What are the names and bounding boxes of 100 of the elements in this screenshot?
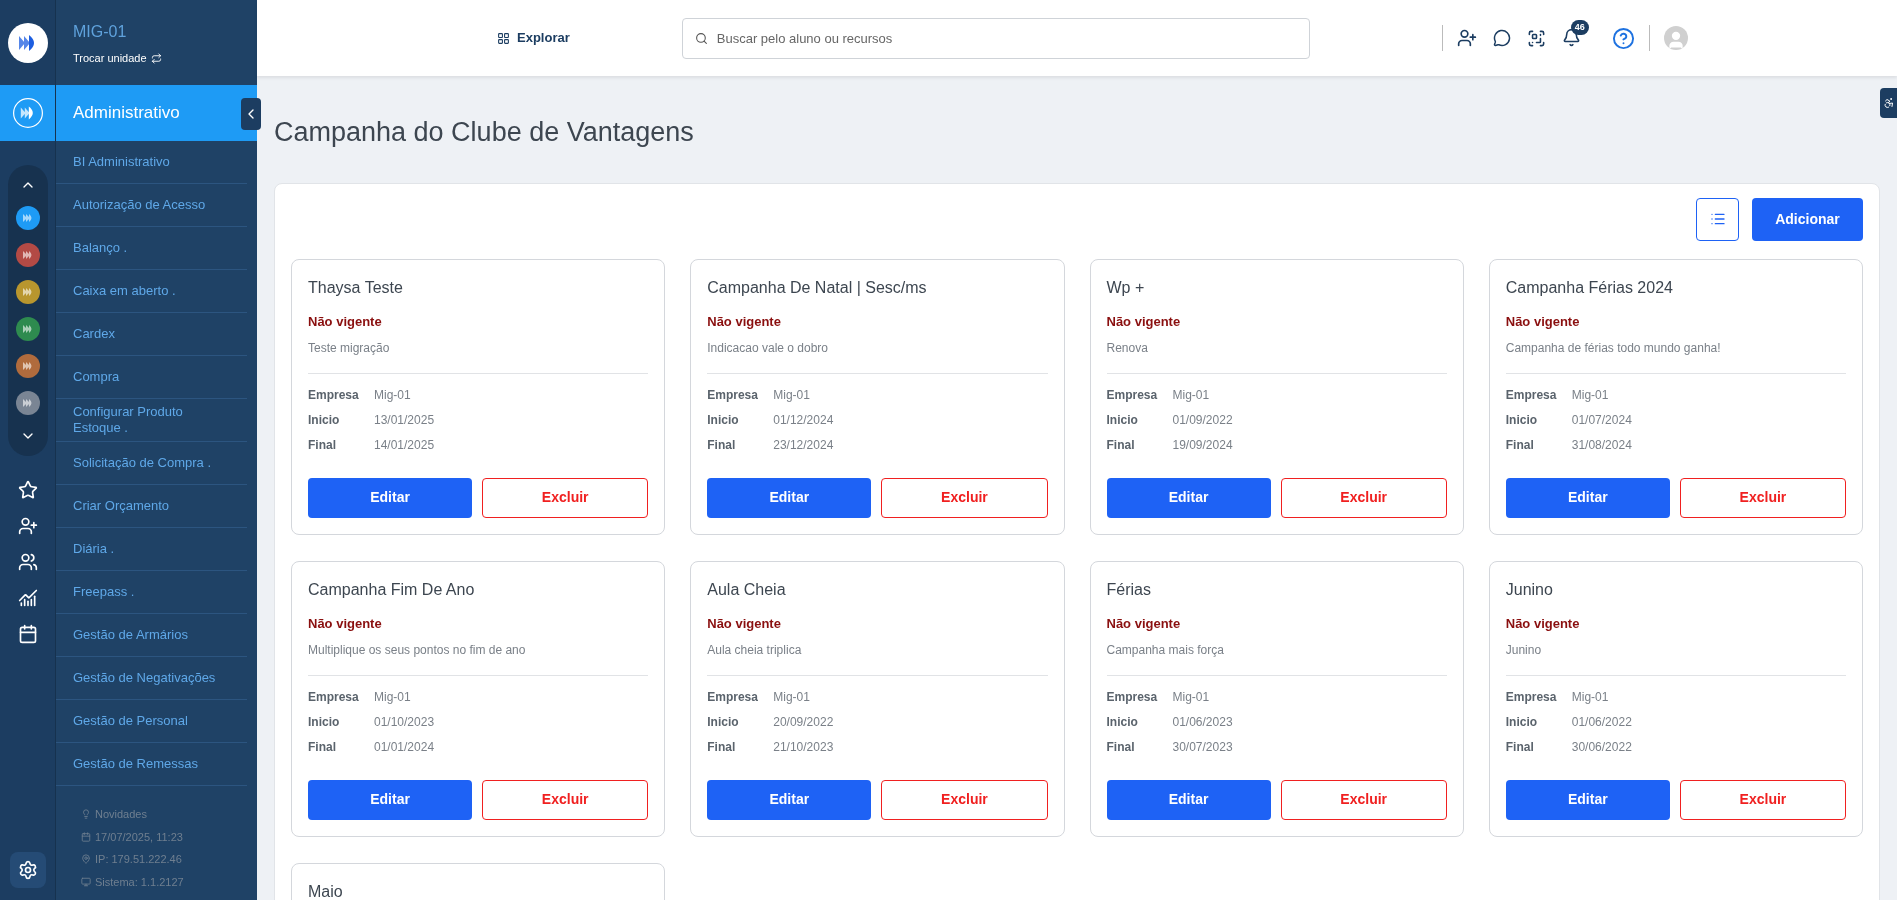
info-text[interactable]: Novidades xyxy=(95,806,147,823)
campaign-status: Não vigente xyxy=(1106,312,1182,331)
menu-item[interactable]: Cardex xyxy=(56,313,247,356)
delete-button[interactable]: Excluir xyxy=(1280,477,1447,518)
menu-item[interactable]: Gestão de Negativações xyxy=(56,657,247,700)
field-label: Inicio xyxy=(1505,412,1539,429)
qr-scan-icon[interactable] xyxy=(1526,28,1546,48)
campaign-status: Não vigente xyxy=(1505,312,1581,331)
app-logo[interactable] xyxy=(7,22,48,63)
delete-button[interactable]: Excluir xyxy=(1679,477,1846,518)
field-label: Inicio xyxy=(308,412,341,429)
field-value: 01/06/2022 xyxy=(1571,714,1632,731)
user-plus-icon[interactable] xyxy=(1456,28,1477,48)
edit-button[interactable]: Editar xyxy=(308,477,473,518)
edit-button[interactable]: Editar xyxy=(707,477,872,518)
notification-badge: 46 xyxy=(1570,20,1589,35)
field-label: Inicio xyxy=(1106,412,1139,429)
field-value: Mig-01 xyxy=(374,689,411,706)
unit-logo[interactable] xyxy=(15,243,40,267)
delete-button[interactable]: Excluir xyxy=(1679,779,1846,820)
menu-item[interactable]: Balanço . xyxy=(56,227,247,270)
field-value: 13/01/2025 xyxy=(374,412,435,429)
menu-item[interactable]: Gestão de Remessas xyxy=(56,743,247,786)
menu-item[interactable]: Configurar Produto Estoque . xyxy=(56,399,247,442)
campaign-status: Não vigente xyxy=(1505,614,1581,633)
repeat-icon xyxy=(150,52,162,64)
module-icon-tile[interactable] xyxy=(0,85,55,141)
campaign-description: Indicacao vale o dobro xyxy=(707,340,829,357)
field-value: 01/07/2024 xyxy=(1571,412,1632,429)
edit-button[interactable]: Editar xyxy=(707,779,872,820)
field-label: Final xyxy=(308,437,337,454)
star-icon[interactable] xyxy=(17,480,38,500)
menu-item[interactable]: Compra xyxy=(56,356,247,399)
settings-button[interactable] xyxy=(9,852,46,888)
delete-button[interactable]: Excluir xyxy=(881,779,1048,820)
unit-logo[interactable] xyxy=(15,317,40,341)
delete-button[interactable]: Excluir xyxy=(482,779,649,820)
field-value: 30/06/2022 xyxy=(1571,739,1632,756)
users-icon[interactable] xyxy=(17,552,38,572)
field-label: Final xyxy=(1505,437,1535,454)
delete-button[interactable]: Excluir xyxy=(482,477,649,518)
collapse-button[interactable] xyxy=(241,98,261,130)
module-header[interactable]: Administrativo xyxy=(56,85,257,141)
edit-button[interactable]: Editar xyxy=(1106,779,1271,820)
campaign-title: Aula Cheia xyxy=(707,579,787,600)
menu-item[interactable]: Diária . xyxy=(56,528,247,571)
menu-item[interactable]: Freepass . xyxy=(56,571,247,614)
field-value: 30/07/2023 xyxy=(1172,739,1233,756)
menu-item[interactable]: Autorização de Acesso xyxy=(56,184,247,227)
grid-icon xyxy=(497,31,510,45)
edit-button[interactable]: Editar xyxy=(1106,477,1271,518)
campaign-title: Campanha Férias 2024 xyxy=(1505,277,1674,298)
help-icon[interactable] xyxy=(1611,26,1635,50)
unit-logo[interactable] xyxy=(15,391,40,415)
field-label: Final xyxy=(707,437,737,454)
campaign-description: Multiplique os seus pontos no fim de ano xyxy=(308,642,527,659)
delete-button[interactable]: Excluir xyxy=(1280,779,1447,820)
unit-logo[interactable] xyxy=(15,206,40,230)
edit-button[interactable]: Editar xyxy=(1505,779,1670,820)
explore-link[interactable]: Explorar xyxy=(517,28,570,48)
bell-icon[interactable] xyxy=(1561,28,1581,47)
calendar-icon[interactable] xyxy=(17,624,38,644)
field-label: Empresa xyxy=(1505,387,1558,404)
field-value: 14/01/2025 xyxy=(374,437,435,454)
campaign-description: Junino xyxy=(1505,642,1543,659)
campaign-status: Não vigente xyxy=(1106,614,1182,633)
chat-icon[interactable] xyxy=(1492,29,1511,47)
edit-button[interactable]: Editar xyxy=(308,779,473,820)
menu-item[interactable]: Criar Orçamento xyxy=(56,485,247,528)
field-value: Mig-01 xyxy=(1172,689,1210,706)
floating-tab[interactable] xyxy=(1880,88,1897,118)
add-button[interactable]: Adicionar xyxy=(1752,197,1863,241)
menu-item[interactable]: Caixa em aberto . xyxy=(56,270,247,313)
user-plus-icon[interactable] xyxy=(17,516,38,536)
menu-item[interactable]: Solicitação de Compra . xyxy=(56,442,247,485)
field-value: 20/09/2022 xyxy=(773,714,834,731)
chart-icon[interactable] xyxy=(17,588,38,608)
ip-info-icon xyxy=(81,854,91,865)
info-text: Sistema: 1.1.2127 xyxy=(95,874,184,890)
edit-button[interactable]: Editar xyxy=(1505,477,1670,518)
module-logo-icon[interactable] xyxy=(11,97,44,129)
menu-item[interactable]: Gestão de Armários xyxy=(56,614,247,657)
search-field[interactable]: Buscar pelo aluno ou recursos xyxy=(681,17,1310,59)
field-value: 01/01/2024 xyxy=(374,739,435,756)
field-label: Inicio xyxy=(707,412,740,429)
field-value: Mig-01 xyxy=(374,387,411,404)
unit-logo[interactable] xyxy=(15,280,40,304)
field-label: Inicio xyxy=(308,714,341,731)
field-label: Final xyxy=(308,739,337,756)
campaign-description: Campanha mais força xyxy=(1106,642,1225,659)
menu-item[interactable]: BI Administrativo xyxy=(56,141,247,184)
campaign-description: Teste migração xyxy=(308,340,391,357)
settings-icon xyxy=(17,860,38,880)
delete-button[interactable]: Excluir xyxy=(881,477,1048,518)
info-text: 17/07/2025, 11:23 xyxy=(95,829,183,845)
menu-item[interactable]: Gestão de Personal xyxy=(56,700,247,743)
switch-unit-link[interactable]: Trocar unidade xyxy=(73,50,147,67)
list-view-button[interactable] xyxy=(1696,197,1739,241)
field-label: Empresa xyxy=(308,387,360,404)
unit-logo[interactable] xyxy=(15,354,40,378)
